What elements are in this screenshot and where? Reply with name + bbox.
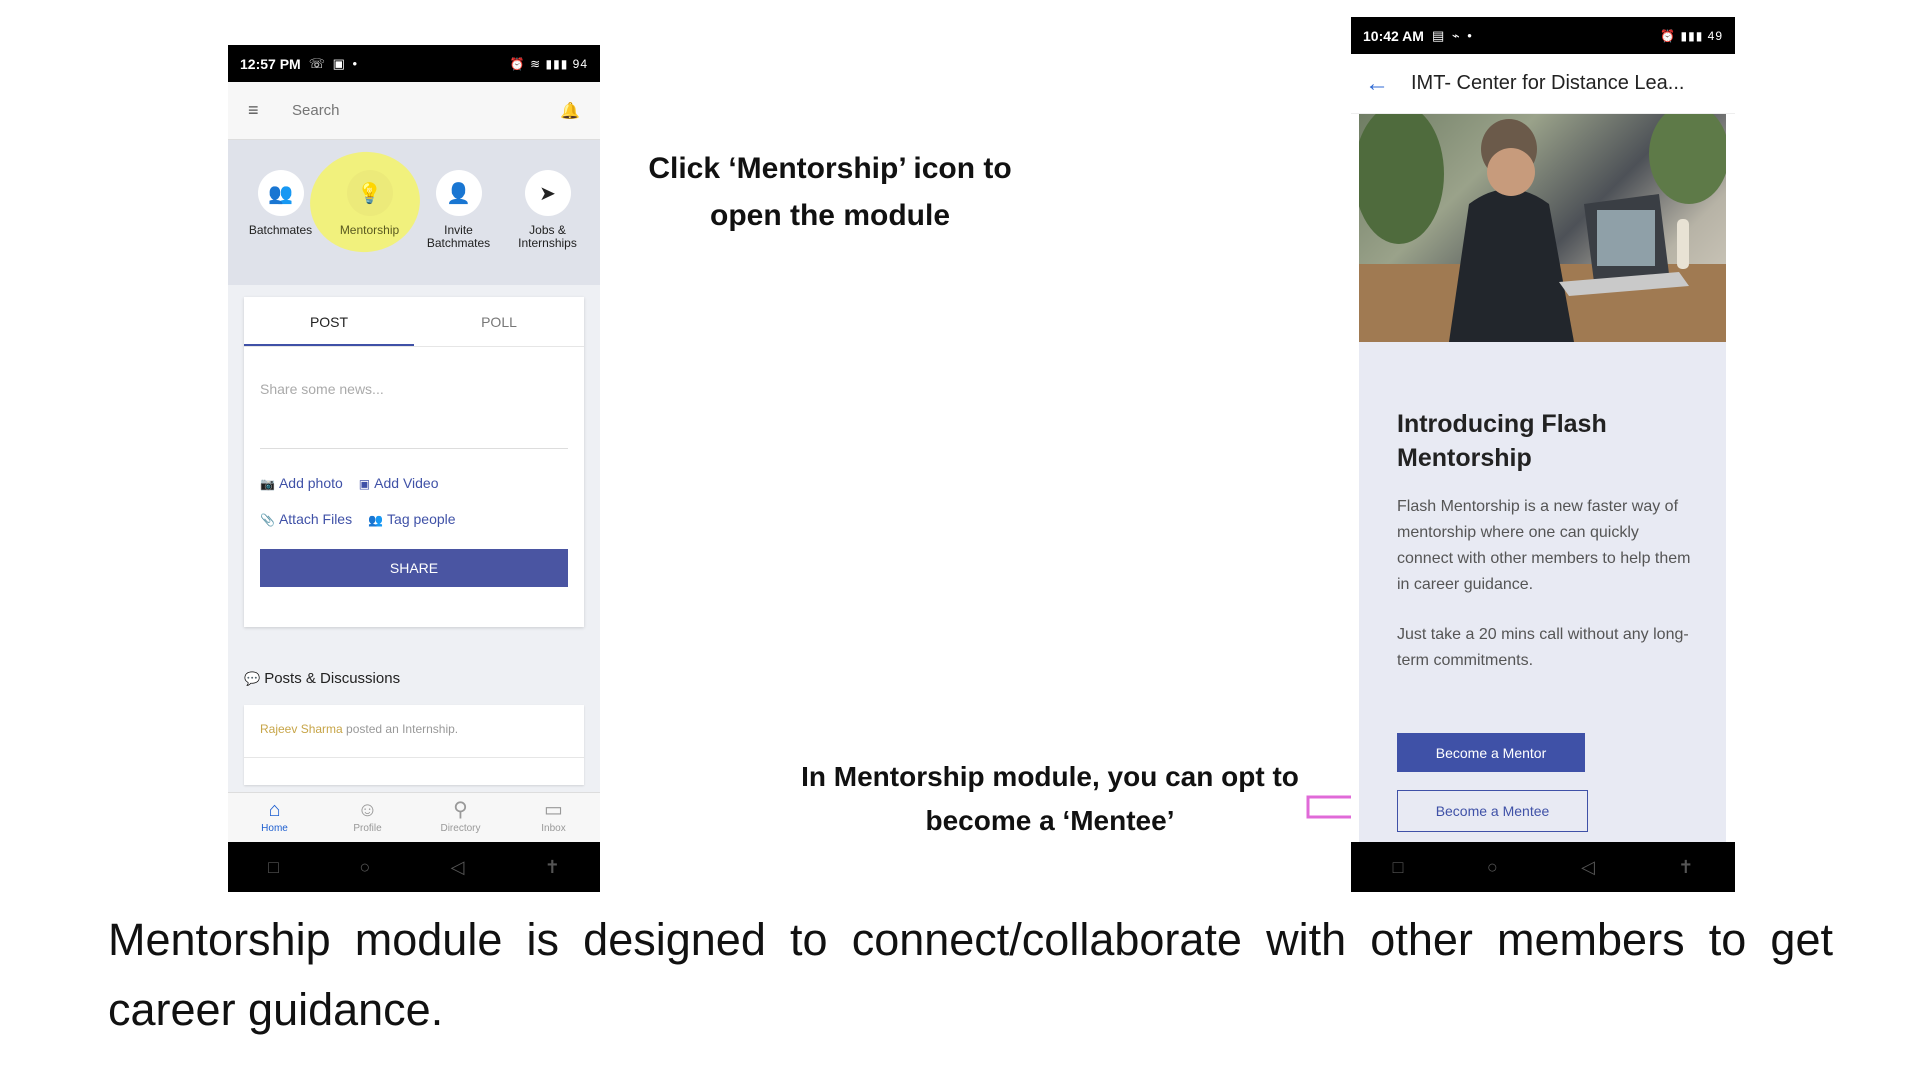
search-input[interactable] bbox=[292, 102, 561, 119]
home-circle-icon[interactable]: ○ bbox=[359, 857, 370, 878]
inbox-icon: ▭ bbox=[544, 799, 563, 821]
camera-icon: 📷 bbox=[260, 477, 275, 491]
recents-icon[interactable]: □ bbox=[1393, 857, 1404, 878]
people-icon: 👥 bbox=[368, 513, 384, 527]
attach-files-label: Attach Files bbox=[278, 511, 353, 527]
add-video-link[interactable]: ▣ Add Video bbox=[359, 475, 439, 491]
become-mentor-button[interactable]: Become a Mentor bbox=[1397, 733, 1585, 772]
quick-jobs-internships[interactable]: ➤ Jobs & Internships bbox=[503, 140, 592, 285]
add-photo-label: Add photo bbox=[278, 475, 343, 491]
posts-section-title: 💬 Posts & Discussions bbox=[244, 670, 400, 687]
become-mentee-button[interactable]: Become a Mentee bbox=[1397, 790, 1588, 832]
bottom-nav: ⌂ Home ☺ Profile ⚲ Directory ▭ Inbox bbox=[228, 792, 600, 842]
nav-profile[interactable]: ☺ Profile bbox=[333, 793, 403, 842]
instruction-note-2: In Mentorship module, you can opt to bec… bbox=[801, 761, 1299, 836]
feed-item[interactable]: Rajeev Sharma posted an Internship. bbox=[244, 705, 584, 785]
tag-people-label: Tag people bbox=[387, 511, 456, 527]
left-phone-screenshot: 12:57 PM ☏ ▣ • ⏰ ≋ ▮▮▮ 94 ≡ 🔔 👥 Batchmat… bbox=[228, 45, 600, 892]
attach-files-link[interactable]: 📎 Attach Files bbox=[260, 511, 352, 527]
accessibility-icon[interactable]: ✝ bbox=[1678, 857, 1693, 878]
post-composer-card: POST POLL Share some news... 📷 Add photo … bbox=[244, 297, 584, 627]
discussion-icon: 💬 bbox=[244, 671, 261, 686]
status-icons-left: ▤ ⌁ • bbox=[1431, 27, 1474, 43]
intro-paragraph-1: Flash Mentorship is a new faster way of … bbox=[1397, 498, 1691, 593]
nav-label: Directory bbox=[440, 823, 481, 834]
system-nav-bar: □ ○ ◁ ✝ bbox=[228, 842, 600, 892]
back-triangle-icon[interactable]: ◁ bbox=[451, 857, 465, 878]
quick-invite-batchmates[interactable]: 👤 Invite Batchmates bbox=[414, 140, 503, 285]
page-title: IMT- Center for Distance Lea... bbox=[1411, 72, 1685, 94]
video-icon: ▣ bbox=[358, 477, 371, 491]
nav-inbox[interactable]: ▭ Inbox bbox=[519, 793, 589, 842]
status-time: 10:42 AM bbox=[1363, 27, 1424, 44]
bell-icon[interactable]: 🔔 bbox=[560, 101, 580, 121]
feed-action: posted an Internship. bbox=[342, 722, 459, 736]
tab-poll[interactable]: POLL bbox=[414, 297, 584, 346]
tab-post[interactable]: POST bbox=[244, 297, 414, 346]
nav-label: Profile bbox=[353, 823, 382, 834]
mentorship-intro-panel: Introducing Flash Mentorship Flash Mento… bbox=[1359, 342, 1726, 842]
home-circle-icon[interactable]: ○ bbox=[1487, 857, 1498, 878]
tag-people-link[interactable]: 👥 Tag people bbox=[368, 511, 455, 527]
status-bar: 10:42 AM ▤ ⌁ • ⏰ ▮▮▮ 49 bbox=[1351, 17, 1735, 54]
feed-author[interactable]: Rajeev Sharma bbox=[260, 722, 343, 736]
hero-image bbox=[1359, 114, 1726, 342]
hero-illustration bbox=[1359, 114, 1726, 342]
status-icons-right: ⏰ ▮▮▮ 49 bbox=[1660, 28, 1723, 43]
paperclip-icon: 📎 bbox=[260, 513, 275, 527]
quick-label: Jobs & Internships bbox=[518, 223, 577, 250]
back-arrow-icon[interactable]: ← bbox=[1365, 70, 1411, 98]
nav-label: Home bbox=[261, 823, 288, 834]
attach-row-1: 📷 Add photo ▣ Add Video bbox=[260, 475, 568, 491]
slide: 12:57 PM ☏ ▣ • ⏰ ≋ ▮▮▮ 94 ≡ 🔔 👥 Batchmat… bbox=[0, 0, 1920, 1080]
nav-home[interactable]: ⌂ Home bbox=[240, 793, 310, 842]
quick-actions: 👥 Batchmates 💡 Mentorship 👤 Invite Batch… bbox=[228, 140, 600, 285]
top-bar: ≡ 🔔 bbox=[228, 82, 600, 140]
share-button[interactable]: SHARE bbox=[260, 549, 568, 587]
hamburger-icon[interactable]: ≡ bbox=[248, 100, 278, 121]
bulb-icon: 💡 bbox=[346, 170, 393, 216]
status-icons-right: ⏰ ≋ ▮▮▮ 94 bbox=[509, 56, 588, 71]
nav-directory[interactable]: ⚲ Directory bbox=[426, 793, 496, 842]
feed-divider bbox=[244, 757, 584, 758]
recents-icon[interactable]: □ bbox=[268, 857, 279, 878]
intro-title: Introducing Flash Mentorship bbox=[1397, 410, 1607, 472]
back-triangle-icon[interactable]: ◁ bbox=[1581, 857, 1595, 878]
people-icon: 👥 bbox=[257, 170, 304, 216]
system-nav-bar: □ ○ ◁ ✝ bbox=[1351, 842, 1735, 892]
add-video-label: Add Video bbox=[374, 475, 439, 491]
quick-label: Mentorship bbox=[339, 223, 400, 237]
attach-row-2: 📎 Attach Files 👥 Tag people bbox=[260, 511, 568, 527]
paper-plane-icon: ➤ bbox=[524, 170, 571, 216]
status-icons-left: ☏ ▣ • bbox=[308, 55, 360, 71]
accessibility-icon[interactable]: ✝ bbox=[545, 857, 560, 878]
search-icon: ⚲ bbox=[453, 799, 468, 821]
intro-paragraph-2: Just take a 20 mins call without any lon… bbox=[1397, 626, 1689, 669]
slide-caption: Mentorship module is designed to connect… bbox=[108, 914, 1833, 1035]
home-icon: ⌂ bbox=[268, 799, 281, 821]
post-textarea[interactable]: Share some news... bbox=[260, 369, 568, 449]
post-tabs: POST POLL bbox=[244, 297, 584, 347]
right-phone-screenshot: 10:42 AM ▤ ⌁ • ⏰ ▮▮▮ 49 ← IMT- Center fo… bbox=[1351, 17, 1735, 892]
instruction-note-1: Click ‘Mentorship’ icon to open the modu… bbox=[648, 152, 1012, 232]
quick-label: Batchmates bbox=[248, 223, 313, 237]
status-time: 12:57 PM bbox=[240, 55, 301, 72]
nav-label: Inbox bbox=[541, 823, 566, 834]
add-photo-link[interactable]: 📷 Add photo bbox=[260, 475, 343, 491]
status-bar: 12:57 PM ☏ ▣ • ⏰ ≋ ▮▮▮ 94 bbox=[228, 45, 600, 82]
quick-label: Invite Batchmates bbox=[426, 223, 491, 250]
add-person-icon: 👤 bbox=[435, 170, 482, 216]
posts-title-text: Posts & Discussions bbox=[264, 670, 401, 687]
profile-icon: ☺ bbox=[357, 799, 378, 821]
app-header: ← IMT- Center for Distance Lea... bbox=[1351, 54, 1735, 114]
